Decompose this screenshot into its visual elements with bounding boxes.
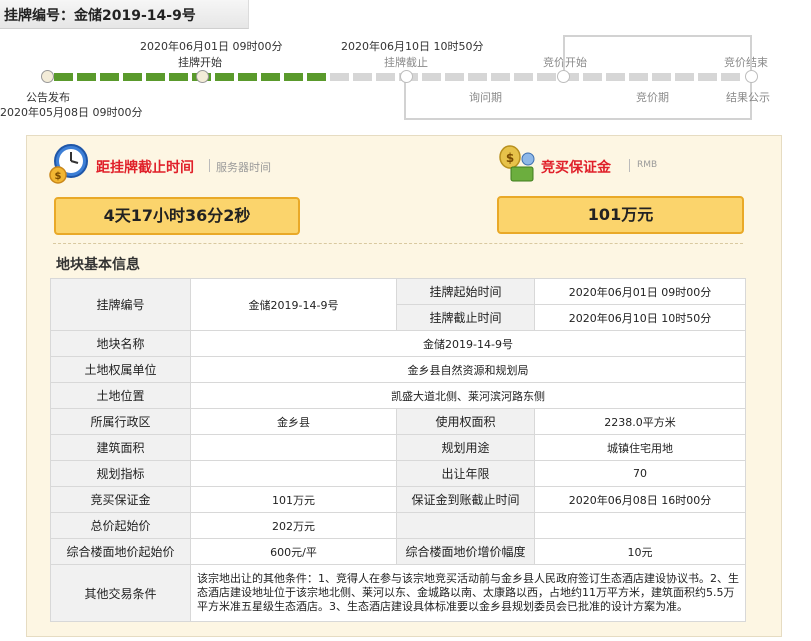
cell-value: 金储2019-14-9号 — [190, 330, 746, 357]
cell-label: 规划用途 — [396, 434, 535, 461]
bid-end-node — [745, 70, 758, 83]
timeline-segment — [100, 73, 119, 81]
cell-label: 保证金到账截止时间 — [396, 486, 535, 513]
timeline-segment — [169, 73, 188, 81]
listing-end-label: 挂牌截止 — [384, 56, 428, 69]
timeline-segment — [353, 73, 372, 81]
bid-bracket — [563, 35, 752, 79]
timeline-segment — [330, 73, 349, 81]
timeline-segment — [54, 73, 73, 81]
deposit-title: 竞买保证金 — [541, 160, 611, 176]
announce-label: 公告发布 — [26, 91, 70, 104]
countdown-title: 距挂牌截止时间 — [96, 160, 194, 176]
table-row: 挂牌编号 金储2019-14-9号 挂牌起始时间 2020年06月01日 09时… — [50, 278, 746, 331]
countdown-subtitle: 服务器时间 — [216, 161, 271, 174]
cell-value: 2020年06月01日 09时00分 — [534, 278, 746, 305]
cell-value: 金储2019-14-9号 — [190, 278, 397, 331]
cell-label: 总价起始价 — [50, 512, 191, 539]
cell-label: 建筑面积 — [50, 434, 191, 461]
cell-value: 202万元 — [190, 512, 397, 539]
listing-number-label: 挂牌编号： — [4, 8, 74, 24]
cell-value: 600元/平 — [190, 538, 397, 565]
listing-header: 挂牌编号：金储2019-14-9号 — [0, 0, 249, 29]
cell-value: 70 — [534, 460, 746, 487]
announce-node — [41, 70, 54, 83]
listing-number-title: 挂牌编号：金储2019-14-9号 — [4, 5, 196, 25]
timeline-segment — [238, 73, 257, 81]
countdown-value: 4天17小时36分2秒 — [54, 197, 300, 235]
listing-number-value: 金储2019-14-9号 — [74, 8, 196, 24]
listing-start-date: 2020年06月01日 09时00分 — [140, 40, 283, 53]
cell-value — [190, 460, 397, 487]
cell-label: 使用权面积 — [396, 408, 535, 435]
cell-empty — [534, 512, 746, 539]
table-row: 土地位置 凯盛大道北侧、莱河滨河路东侧 — [50, 382, 746, 409]
listing-start-label: 挂牌开始 — [178, 56, 222, 69]
cell-value: 10元 — [534, 538, 746, 565]
table-row: 其他交易条件 该宗地出让的其他条件：1、竞得人在参与该宗地竞买活动前与金乡县人民… — [50, 564, 746, 622]
table-row: 规划指标 出让年限 70 — [50, 460, 746, 487]
svg-text:$: $ — [55, 171, 62, 182]
table-row: 竞买保证金 101万元 保证金到账截止时间 2020年06月08日 16时00分 — [50, 486, 746, 513]
cell-label: 出让年限 — [396, 460, 535, 487]
listing-end-date: 2020年06月10日 10时50分 — [341, 40, 484, 53]
cell-label: 规划指标 — [50, 460, 191, 487]
cell-label: 挂牌起始时间 — [396, 278, 535, 305]
cell-label: 竞买保证金 — [50, 486, 191, 513]
cell-value: 金乡县自然资源和规划局 — [190, 356, 746, 383]
cell-value — [190, 434, 397, 461]
timeline-segment — [77, 73, 96, 81]
cell-value: 凯盛大道北侧、莱河滨河路东侧 — [190, 382, 746, 409]
bid-period-label: 竞价期 — [636, 91, 669, 104]
table-row: 所属行政区 金乡县 使用权面积 2238.0平方米 — [50, 408, 746, 435]
cell-empty — [396, 512, 535, 539]
timeline-segment — [261, 73, 280, 81]
clock-icon: $ — [49, 144, 88, 184]
announce-date: 2020年05月08日 09时00分 — [0, 106, 143, 119]
money-bag-icon: $ — [499, 145, 535, 182]
timeline-segment — [376, 73, 395, 81]
table-row: 地块名称 金储2019-14-9号 — [50, 330, 746, 357]
timeline-segment — [123, 73, 142, 81]
section-divider — [53, 243, 743, 244]
timeline-segment — [284, 73, 303, 81]
info-title: 地块基本信息 — [56, 257, 140, 273]
deposit-value: 101万元 — [497, 196, 744, 234]
timeline-segment — [215, 73, 234, 81]
cell-label: 土地位置 — [50, 382, 191, 409]
cell-value: 金乡县 — [190, 408, 397, 435]
cell-value: 2238.0平方米 — [534, 408, 746, 435]
cell-label: 综合楼面地价起始价 — [50, 538, 191, 565]
table-row: 总价起始价 202万元 — [50, 512, 746, 539]
table-row: 建筑面积 规划用途 城镇住宅用地 — [50, 434, 746, 461]
cell-value: 101万元 — [190, 486, 397, 513]
cell-label: 挂牌截止时间 — [396, 304, 535, 331]
parcel-info-table: 挂牌编号 金储2019-14-9号 挂牌起始时间 2020年06月01日 09时… — [50, 278, 746, 622]
cell-value: 城镇住宅用地 — [534, 434, 746, 461]
table-row: 土地权属单位 金乡县自然资源和规划局 — [50, 356, 746, 383]
cell-label: 所属行政区 — [50, 408, 191, 435]
listing-end-node — [400, 70, 413, 83]
inquiry-period-label: 询问期 — [469, 91, 502, 104]
deposit-subtitle: RMB — [637, 160, 658, 170]
inquiry-bracket — [404, 76, 752, 120]
countdown-divider — [209, 159, 210, 172]
cell-value: 该宗地出让的其他条件：1、竞得人在参与该宗地竞买活动前与金乡县人民政府签订生态酒… — [190, 564, 746, 622]
bid-start-node — [557, 70, 570, 83]
cell-value: 2020年06月10日 10时50分 — [534, 304, 746, 331]
timeline-segment — [307, 73, 326, 81]
cell-label: 土地权属单位 — [50, 356, 191, 383]
cell-label: 地块名称 — [50, 330, 191, 357]
cell-label: 其他交易条件 — [50, 564, 191, 622]
result-label: 结果公示 — [726, 91, 770, 104]
cell-value: 2020年06月08日 16时00分 — [534, 486, 746, 513]
svg-text:$: $ — [506, 151, 514, 165]
deposit-divider — [629, 159, 630, 172]
table-row: 综合楼面地价起始价 600元/平 综合楼面地价增价幅度 10元 — [50, 538, 746, 565]
cell-label: 综合楼面地价增价幅度 — [396, 538, 535, 565]
timeline-segment — [146, 73, 165, 81]
cell-label: 挂牌编号 — [50, 278, 191, 331]
listing-start-node — [196, 70, 209, 83]
